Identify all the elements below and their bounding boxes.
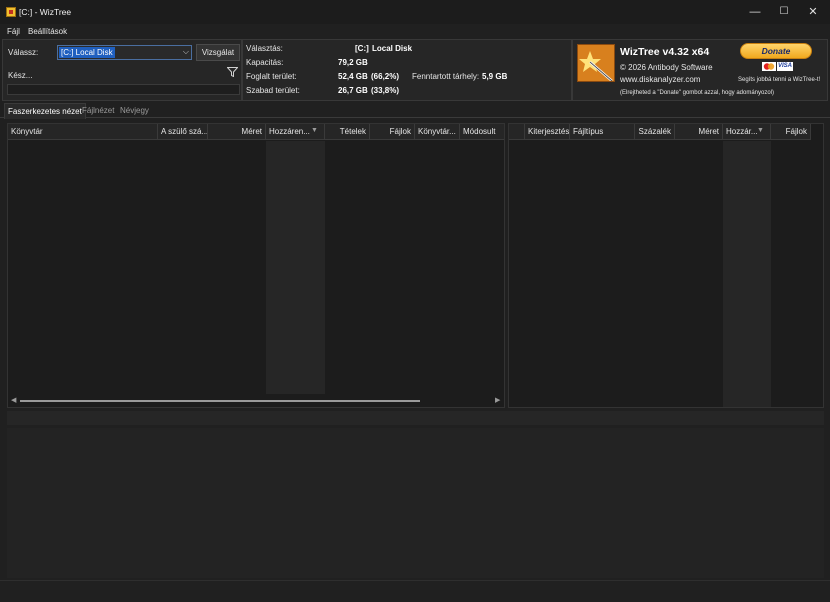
file-type-table[interactable]: Kiterjesztés Fájltípus Százalék Méret Ho… [508,123,824,408]
selected-drive: [C:] [355,44,369,53]
window-title: [C:] - WizTree [19,7,72,17]
col-size[interactable]: Méret [208,124,266,140]
col-extension[interactable]: Kiterjesztés [525,124,570,140]
copyright-text: © 2026 Antibody Software [620,63,713,72]
sort-down-icon: ▼ [311,127,318,134]
col-color[interactable] [509,124,525,140]
scrollbar-thumb[interactable] [20,400,420,402]
title-bar [0,0,830,24]
donate-note: (Elrejtheted a "Donate" gombot azzal, ho… [620,90,775,96]
website-link[interactable]: www.diskanalyzer.com [620,75,700,84]
scan-button[interactable]: Vizsgálat [196,44,240,61]
selected-label: Választás: [246,44,283,53]
col-folder[interactable]: Könyvtár [8,124,158,140]
tabs-divider [0,117,830,118]
status-text: Kész... [8,71,33,80]
maximize-button[interactable]: ☐ [776,4,792,20]
menu-bar [0,24,830,38]
col-ext-files[interactable]: Fájlok [771,124,811,140]
treemap-area[interactable] [7,428,824,578]
chevron-down-icon: ⌵ [182,47,189,56]
tab-about[interactable]: Névjegy [120,106,149,115]
col-percent[interactable]: Százalék [635,124,675,140]
drive-select-label: Válassz: [8,48,39,57]
capacity-label: Kapacitás: [246,58,284,67]
tree-view-table[interactable]: Könyvtár A szülő szá... Méret Hozzáren..… [7,123,505,408]
free-percent: (33,8%) [371,86,400,95]
reserved-label: Fenntartott tárhely: [412,72,480,81]
status-bar [0,580,830,602]
col-parent-percent[interactable]: A szülő szá... [158,124,208,140]
wiztree-app-icon [6,7,16,17]
used-percent: (66,2%) [371,72,400,81]
col-items[interactable]: Tételek [325,124,370,140]
product-name: WizTree v4.32 x64 [620,46,710,58]
menu-settings[interactable]: Beállítások [28,27,67,36]
mastercard-icon [762,62,776,71]
free-label: Szabad terület: [246,86,300,95]
col-ext-size[interactable]: Méret [675,124,723,140]
drive-select-value: [C:] Local Disk [59,47,115,58]
tab-tree-view[interactable]: Faszerkezetes nézet [4,103,86,119]
wiztree-logo [577,44,615,82]
capacity-value: 79,2 GB [338,58,368,67]
sort-down-icon: ▼ [757,127,764,134]
tab-file-view[interactable]: Fájlnézet [82,106,114,115]
ext-allocated-column-shade [723,141,771,407]
used-value: 52,4 GB [338,72,368,81]
filter-icon[interactable] [227,67,238,77]
reserved-value: 5,9 GB [482,72,508,81]
horizontal-scrollbar[interactable] [8,394,504,407]
used-label: Foglalt terület: [246,72,297,81]
menu-file[interactable]: Fájl [7,27,20,36]
visa-icon: VISA [777,62,793,71]
donate-help-text: Segíts jobbá tenni a WizTree-t! [738,77,821,83]
scroll-left-icon[interactable]: ◀ [11,396,16,404]
scroll-right-icon[interactable]: ▶ [495,396,500,404]
free-value: 26,7 GB [338,86,368,95]
treemap-header [7,411,824,425]
col-folders[interactable]: Könyvtár... [415,124,460,140]
selected-drive-name: Local Disk [372,44,413,53]
drive-select[interactable]: [C:] Local Disk ⌵ [57,45,192,60]
minimize-button[interactable]: — [747,4,763,20]
scan-progress-bar [7,84,240,95]
col-modified[interactable]: Módosult [460,124,504,140]
col-files[interactable]: Fájlok [370,124,415,140]
close-button[interactable]: ✕ [805,4,821,20]
allocated-column-shade [266,141,325,394]
col-file-type[interactable]: Fájltípus [570,124,635,140]
donate-button[interactable]: Donate [740,43,812,59]
